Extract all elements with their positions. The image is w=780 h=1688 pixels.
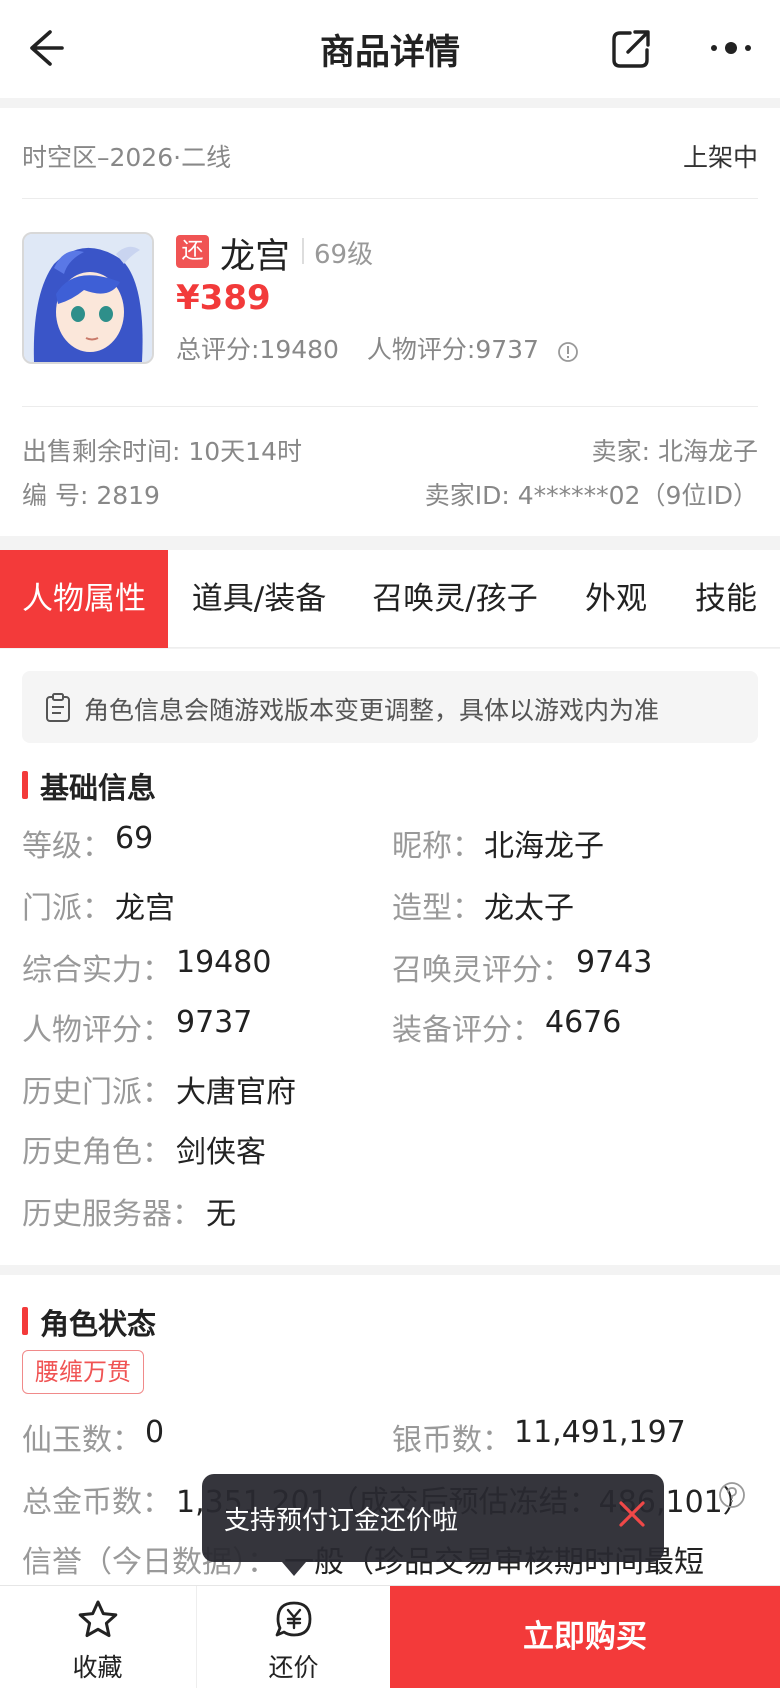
field-label-history-server: 历史服务器： bbox=[22, 1197, 202, 1232]
field-value-sect: 龙宫 bbox=[115, 891, 175, 926]
detail-tabs: 人物属性 道具/装备 召唤灵/孩子 外观 技能 bbox=[0, 550, 780, 648]
field-value-summon-score: 9743 bbox=[576, 945, 653, 980]
field-value-overall-power: 19480 bbox=[176, 945, 272, 980]
character-avatar[interactable] bbox=[22, 232, 154, 364]
field-label-model: 造型： bbox=[392, 891, 482, 926]
section-marker bbox=[22, 1307, 28, 1335]
bargain-button[interactable]: 还价 bbox=[196, 1586, 390, 1688]
more-icon[interactable] bbox=[706, 26, 756, 70]
character-attributes-panel: 角色信息会随游戏版本变更调整，具体以游戏内为准 基础信息 等级： 69 昵称： … bbox=[0, 649, 780, 1265]
field-label-summon-score: 召唤灵评分： bbox=[392, 953, 572, 988]
favorite-label: 收藏 bbox=[72, 1653, 123, 1682]
character-score: 人物评分:9737 bbox=[366, 335, 539, 364]
section-title-basic-info: 基础信息 bbox=[40, 771, 157, 805]
bargain-badge: 还 bbox=[176, 235, 209, 268]
help-icon[interactable] bbox=[718, 1481, 746, 1509]
notice-banner: 角色信息会随游戏版本变更调整，具体以游戏内为准 bbox=[22, 671, 758, 743]
total-score: 总评分:19480 bbox=[176, 335, 339, 364]
price: ¥389 bbox=[176, 278, 271, 318]
share-icon[interactable] bbox=[608, 26, 654, 72]
bargain-label: 还价 bbox=[268, 1653, 319, 1682]
section-title-character-status: 角色状态 bbox=[40, 1307, 157, 1341]
listing-status: 上架中 bbox=[682, 143, 758, 172]
field-value-history-role: 剑侠客 bbox=[176, 1135, 266, 1170]
page-title: 商品详情 bbox=[319, 33, 460, 73]
notice-text: 角色信息会随游戏版本变更调整，具体以游戏内为准 bbox=[84, 696, 660, 725]
tab-appearance[interactable]: 外观 bbox=[560, 550, 672, 648]
seller-id: 卖家ID: 4******02（9位ID） bbox=[424, 481, 758, 510]
info-icon[interactable] bbox=[557, 340, 579, 362]
listing-number: 编 号: 2819 bbox=[22, 481, 160, 510]
tab-skills[interactable]: 技能 bbox=[672, 550, 780, 648]
character-level: 69级 bbox=[314, 240, 374, 270]
field-label-history-sect: 历史门派： bbox=[22, 1075, 172, 1110]
field-label-silver: 银币数： bbox=[392, 1423, 512, 1458]
field-value-silver: 11,491,197 bbox=[514, 1415, 686, 1450]
field-label-level: 等级： bbox=[22, 829, 112, 864]
nav-bar: 商品详情 bbox=[0, 0, 780, 98]
field-label-total-gold: 总金币数： bbox=[22, 1485, 172, 1520]
yuan-bubble-icon bbox=[272, 1598, 316, 1642]
divider bbox=[22, 198, 758, 199]
favorite-button[interactable]: 收藏 bbox=[0, 1586, 195, 1688]
star-icon bbox=[76, 1598, 120, 1642]
field-label-sect: 门派： bbox=[22, 891, 112, 926]
score-line: 总评分:19480 人物评分:9737 bbox=[176, 330, 599, 366]
listing-card: 时空区–2026·二线 上架中 还 龙宫 69级 ¥389 总评分:19480 … bbox=[0, 108, 780, 536]
status-tag: 腰缠万贯 bbox=[22, 1350, 144, 1394]
field-label-character-score: 人物评分： bbox=[22, 1013, 172, 1048]
tab-character-attributes[interactable]: 人物属性 bbox=[0, 550, 168, 648]
server-name: 时空区–2026·二线 bbox=[22, 143, 232, 172]
divider bbox=[302, 238, 304, 264]
field-label-history-role: 历史角色： bbox=[22, 1135, 172, 1170]
seller-name: 卖家: 北海龙子 bbox=[591, 437, 758, 466]
field-value-history-sect: 大唐官府 bbox=[176, 1075, 296, 1110]
field-value-level: 69 bbox=[115, 821, 154, 856]
clipboard-icon bbox=[44, 693, 72, 723]
field-label-jade: 仙玉数： bbox=[22, 1423, 142, 1458]
toast-pointer bbox=[282, 1562, 306, 1576]
field-value-character-score: 9737 bbox=[176, 1005, 253, 1040]
time-left: 出售剩余时间: 10天14时 bbox=[22, 437, 302, 466]
bargain-toast: 支持预付订金还价啦 bbox=[202, 1474, 664, 1576]
close-icon[interactable] bbox=[614, 1496, 650, 1532]
character-name: 龙宫 bbox=[220, 237, 291, 277]
field-value-history-server: 无 bbox=[206, 1197, 236, 1232]
tab-items-equipment[interactable]: 道具/装备 bbox=[168, 550, 350, 648]
tab-summons-children[interactable]: 召唤灵/孩子 bbox=[350, 550, 560, 648]
field-label-equipment-score: 装备评分： bbox=[392, 1013, 542, 1048]
bottom-action-bar: 收藏 还价 立即购买 bbox=[0, 1585, 780, 1688]
toast-text: 支持预付订金还价啦 bbox=[224, 1506, 459, 1536]
section-marker bbox=[22, 771, 28, 799]
field-value-nickname: 北海龙子 bbox=[484, 829, 604, 864]
field-label-nickname: 昵称： bbox=[392, 829, 482, 864]
field-value-jade: 0 bbox=[145, 1415, 165, 1450]
buy-now-button[interactable]: 立即购买 bbox=[390, 1586, 780, 1688]
field-label-overall-power: 综合实力： bbox=[22, 953, 172, 988]
divider bbox=[22, 406, 758, 407]
field-value-model: 龙太子 bbox=[484, 891, 574, 926]
field-value-equipment-score: 4676 bbox=[545, 1005, 622, 1040]
